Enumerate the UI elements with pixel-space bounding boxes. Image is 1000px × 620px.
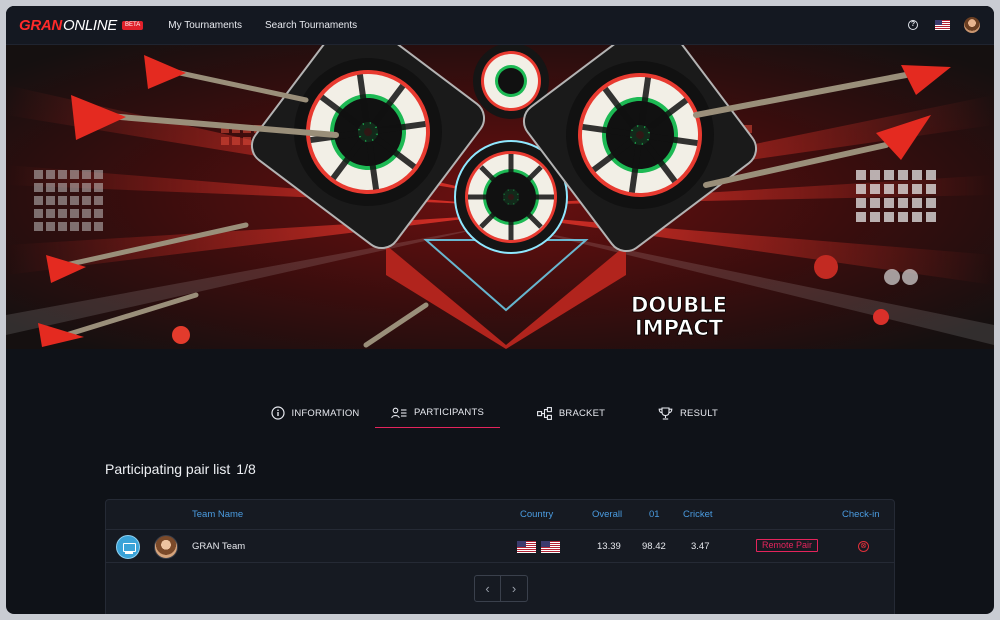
trophy-icon [658, 406, 673, 420]
checkin-status-icon: ⊗ [858, 541, 869, 552]
pagination: ‹ › [474, 575, 528, 602]
next-page-button[interactable]: › [501, 575, 528, 602]
top-nav: GRAN ONLINE BETA My Tournaments Search T… [6, 6, 994, 45]
nav-right: ? [908, 17, 980, 33]
banner-title-line2: IMPACT [635, 316, 724, 340]
tab-information-label: INFORMATION [291, 407, 360, 419]
prev-page-button[interactable]: ‹ [474, 575, 501, 602]
bracket-icon [536, 406, 552, 420]
participants-table: Team Name Country Overall 01 Cricket Che… [105, 499, 895, 614]
team-avatar[interactable] [154, 535, 178, 559]
team-name[interactable]: GRAN Team [192, 541, 245, 552]
cricket-value: 3.47 [691, 541, 710, 552]
remote-pair-badge: Remote Pair [756, 539, 819, 552]
monitor-icon [116, 535, 140, 559]
tournament-tabs: INFORMATION PARTICIPANTS BRACKET RESULT [6, 398, 994, 428]
tab-bracket-label: BRACKET [558, 407, 606, 419]
participant-list-title: Participating pair list 1/8 [105, 461, 256, 477]
nav-search-tournaments[interactable]: Search Tournaments [265, 20, 357, 31]
us-flag-icon [517, 541, 536, 553]
info-icon [270, 406, 285, 420]
col-overall[interactable]: Overall [592, 509, 622, 520]
table-row[interactable]: GRAN Team 13.39 98.42 3.47 Remote Pair ⊗ [106, 530, 894, 563]
tournament-banner: DOUBLE IMPACT [6, 45, 994, 349]
tab-result-label: RESULT [680, 407, 718, 419]
list-count: 1/8 [236, 461, 256, 477]
nav-my-tournaments[interactable]: My Tournaments [168, 20, 242, 31]
col-01[interactable]: 01 [649, 509, 660, 520]
beta-badge: BETA [122, 20, 144, 30]
help-icon[interactable]: ? [908, 20, 918, 30]
table-header: Team Name Country Overall 01 Cricket Che… [106, 500, 894, 530]
banner-title-line1: DOUBLE [631, 293, 727, 317]
col-cricket[interactable]: Cricket [683, 509, 713, 520]
participants-icon [391, 407, 407, 418]
logo-online: ONLINE [62, 16, 118, 34]
col-country[interactable]: Country [520, 509, 553, 520]
tab-bracket[interactable]: BRACKET [516, 398, 626, 428]
tab-information[interactable]: INFORMATION [260, 398, 370, 428]
app-window: GRAN ONLINE BETA My Tournaments Search T… [6, 6, 994, 614]
tab-participants-label: PARTICIPANTS [414, 407, 484, 418]
banner-artwork: DOUBLE IMPACT [6, 45, 994, 349]
overall-value: 13.39 [597, 541, 621, 552]
tab-participants[interactable]: PARTICIPANTS [375, 398, 500, 428]
tab-result[interactable]: RESULT [648, 398, 728, 428]
us-flag-icon[interactable] [935, 20, 950, 30]
col-checkin[interactable]: Check-in [842, 509, 880, 520]
gran-online-logo[interactable]: GRAN ONLINE BETA [19, 16, 144, 34]
col-team-name[interactable]: Team Name [192, 509, 243, 520]
o1-value: 98.42 [642, 541, 666, 552]
user-avatar[interactable] [964, 17, 980, 33]
list-title-text: Participating pair list [105, 461, 231, 477]
us-flag-icon [541, 541, 560, 553]
logo-gran: GRAN [19, 16, 62, 34]
